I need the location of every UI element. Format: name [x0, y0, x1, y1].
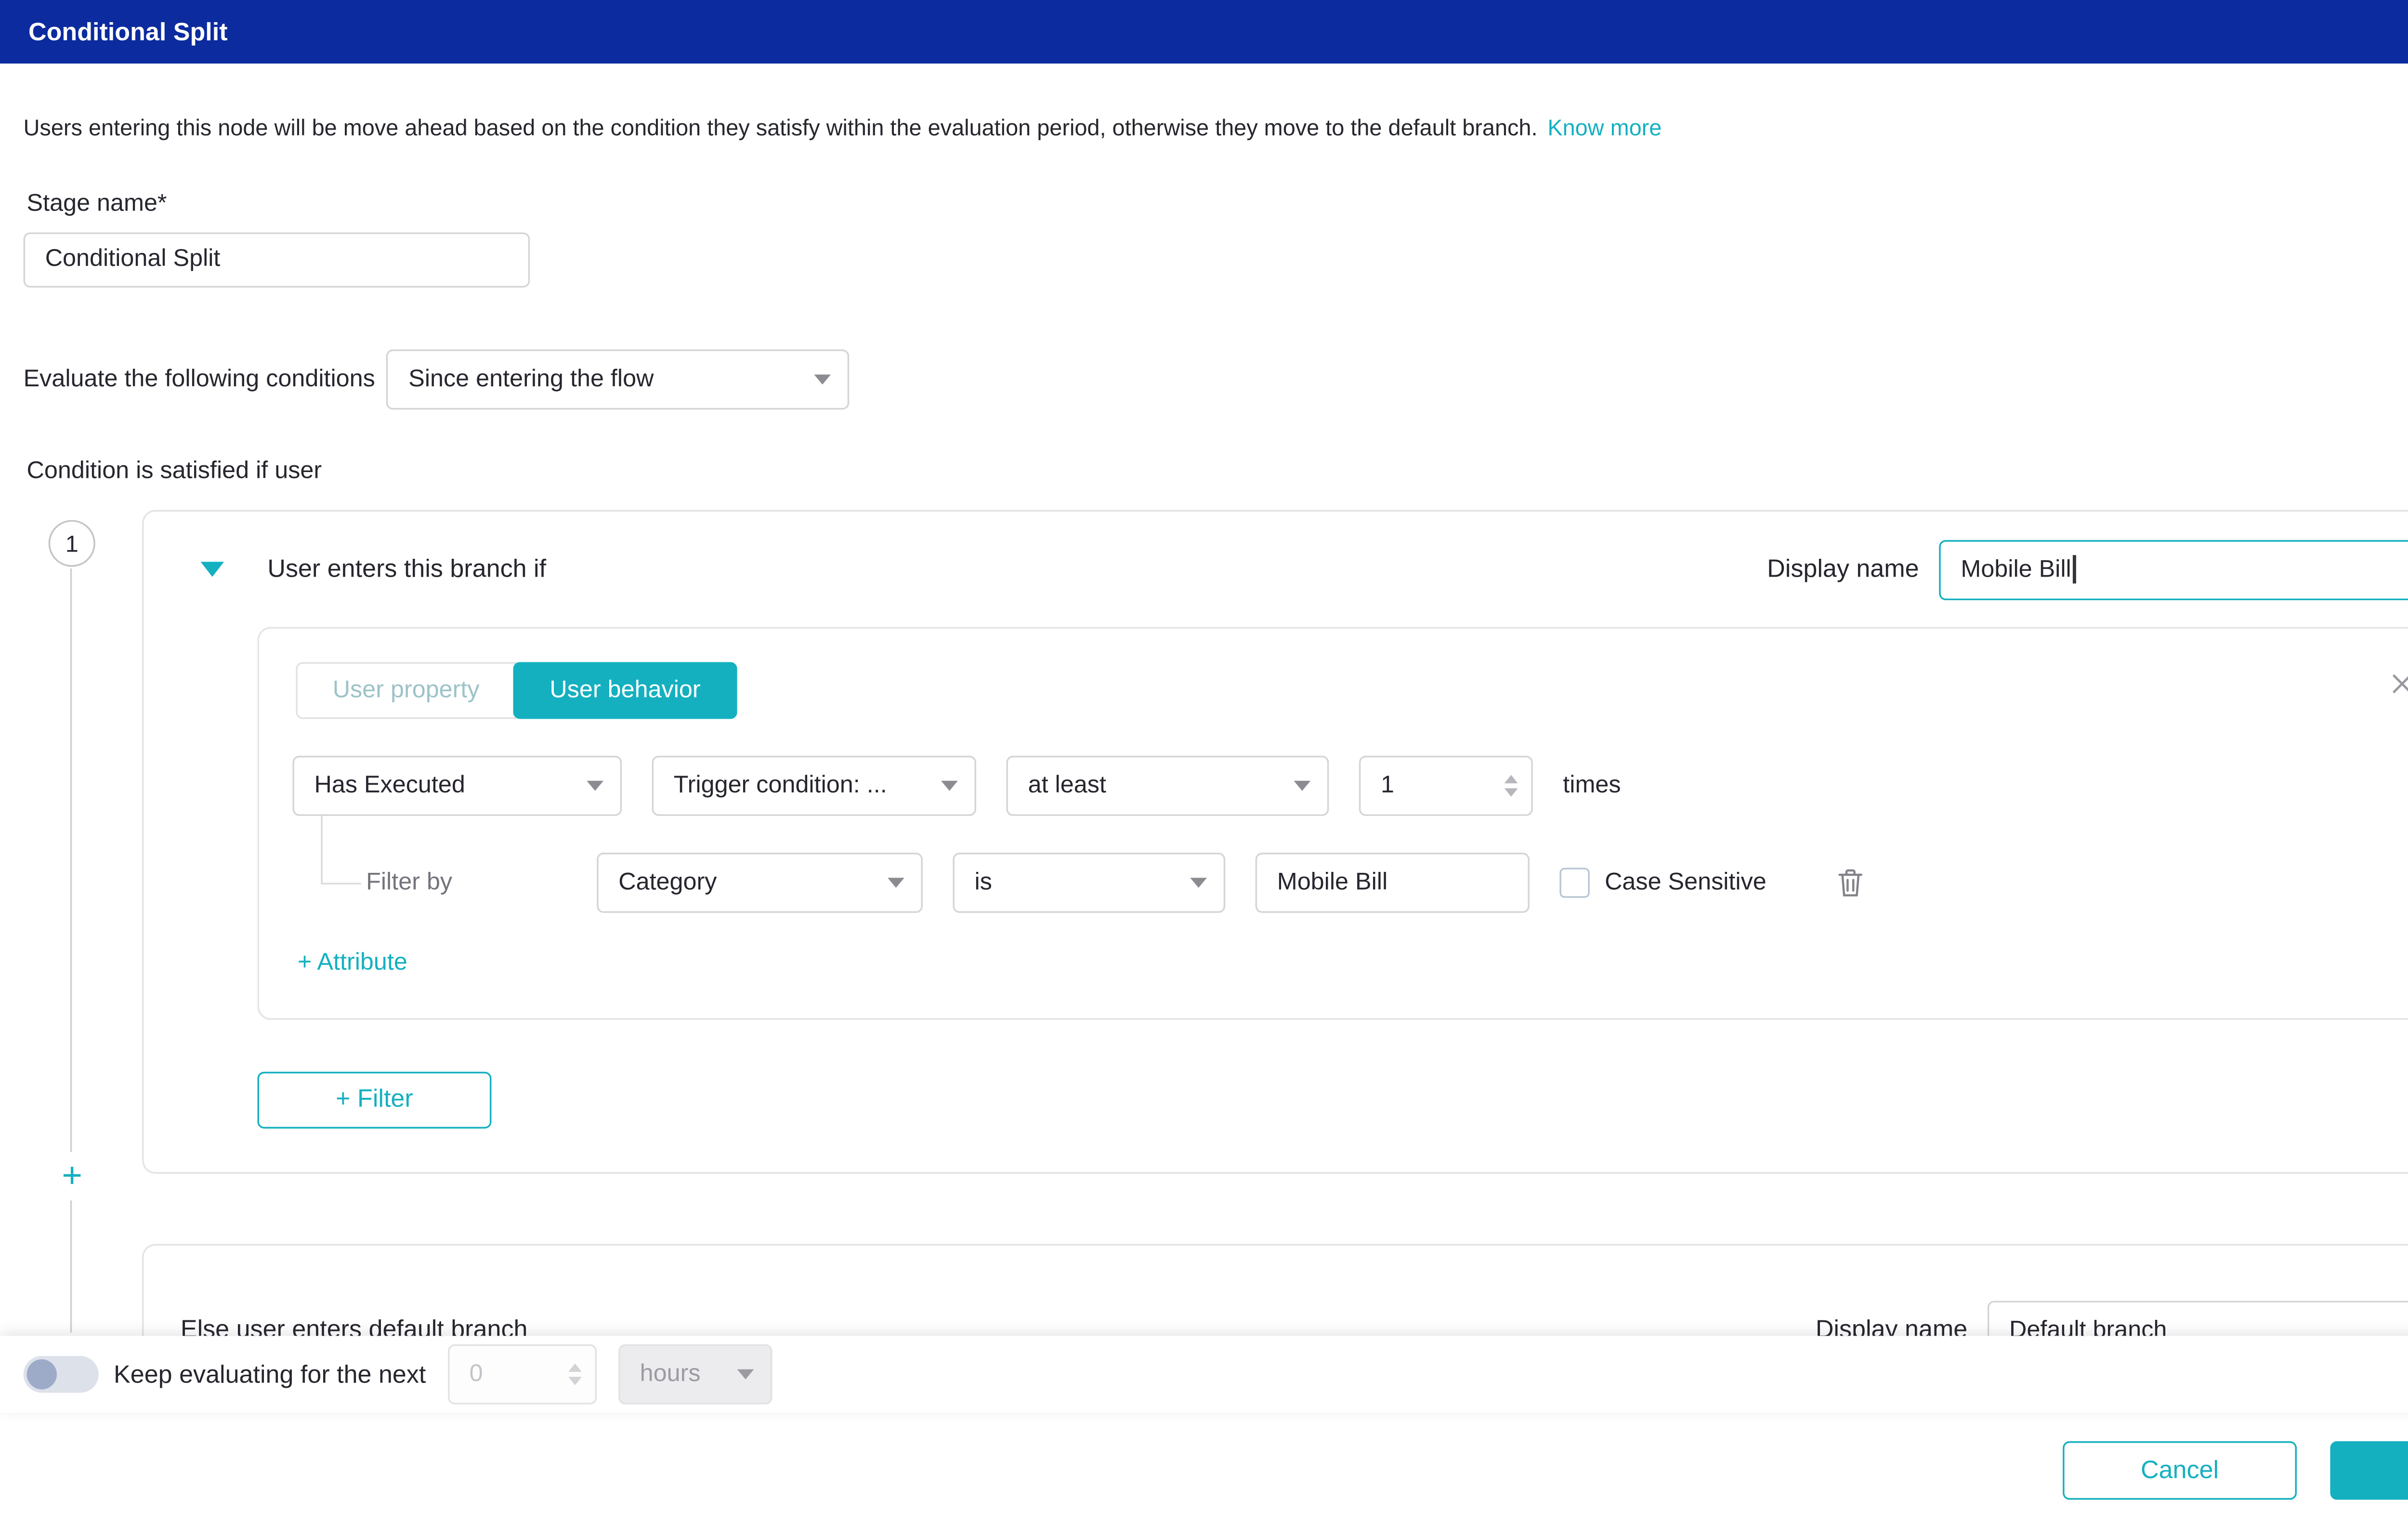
keep-evaluating-label: Keep evaluating for the next — [114, 1360, 426, 1389]
evaluate-conditions-label: Evaluate the following conditions — [23, 366, 375, 393]
stepper-down-icon — [568, 1377, 582, 1386]
text-cursor — [2073, 555, 2076, 584]
keep-evaluating-toggle[interactable] — [23, 1356, 99, 1394]
evaluation-period-value: Since entering the flow — [408, 366, 654, 393]
count-input[interactable]: 1 — [1359, 755, 1533, 816]
dialog-footer: Cancel Done — [0, 1413, 2408, 1527]
add-branch-button[interactable]: + — [60, 1152, 84, 1200]
branch-connector-line — [70, 568, 72, 1332]
description-text: Users entering this node will be move ah… — [23, 115, 1538, 141]
chevron-down-icon — [736, 1370, 754, 1380]
count-value: 1 — [1380, 772, 1395, 799]
branch-header: User enters this branch if Display name … — [184, 540, 2408, 600]
behavior-rule-row: Has Executed Trigger condition: ... at l… — [292, 755, 2408, 816]
toggle-knob — [26, 1360, 57, 1390]
chevron-down-icon — [888, 877, 904, 888]
stepper-down-icon[interactable] — [1504, 788, 1518, 797]
duration-input: 0 — [447, 1344, 597, 1405]
branch-cards: User enters this branch if Display name … — [142, 510, 2408, 1411]
add-filter-button[interactable]: + Filter — [257, 1071, 492, 1129]
display-name-value: Mobile Bill — [1961, 556, 2071, 583]
comparator-select[interactable]: at least — [1006, 755, 1329, 816]
dialog-body: Users entering this node will be move ah… — [0, 114, 2408, 1411]
filter-connector-line — [321, 816, 361, 884]
filter-operator-select[interactable]: is — [953, 852, 1226, 913]
evaluation-period-select[interactable]: Since entering the flow — [387, 349, 850, 409]
branches-area: 1 + User enters this branch if Display n… — [0, 510, 2408, 1411]
number-stepper — [568, 1364, 582, 1386]
stage-name-label: Stage name* — [26, 190, 167, 217]
remove-condition-icon[interactable] — [2390, 672, 2408, 696]
case-sensitive-checkbox[interactable] — [1559, 868, 1590, 898]
filter-by-label: Filter by — [366, 869, 453, 896]
comparator-select-value: at least — [1028, 772, 1106, 799]
number-stepper[interactable] — [1504, 775, 1518, 797]
tab-user-property[interactable]: User property — [296, 662, 516, 719]
chevron-down-icon — [587, 780, 603, 791]
filter-value-input[interactable] — [1255, 852, 1530, 913]
chevron-down-icon — [1294, 780, 1311, 791]
action-select[interactable]: Has Executed — [292, 755, 622, 816]
know-more-link[interactable]: Know more — [1547, 115, 1662, 140]
action-select-value: Has Executed — [314, 772, 465, 799]
conditional-split-dialog: Conditional Split Users entering this no… — [0, 0, 2408, 1527]
display-name-label: Display name — [1767, 555, 1919, 584]
duration-value: 0 — [469, 1361, 483, 1389]
filter-operator-value: is — [974, 869, 992, 896]
branch-card: User enters this branch if Display name … — [142, 510, 2408, 1174]
delete-filter-icon[interactable] — [1837, 868, 1864, 897]
evaluation-bar: Keep evaluating for the next 0 hours — [0, 1336, 2408, 1414]
tab-user-behavior[interactable]: User behavior — [513, 662, 738, 719]
branch-number-badge: 1 — [48, 520, 95, 567]
condition-card-header: User property User behavior — [292, 662, 2408, 719]
cancel-button[interactable]: Cancel — [2063, 1441, 2297, 1500]
condition-heading: Condition is satisfied if user — [26, 458, 322, 485]
filter-attribute-value: Category — [618, 869, 717, 896]
condition-type-tabs: User property User behavior — [296, 662, 738, 719]
branch-rail: 1 + — [0, 510, 142, 1411]
filter-row: Filter by Category is Mobile Bill Case S… — [292, 852, 2408, 913]
branch-title: User enters this branch if — [267, 555, 547, 584]
condition-card: User property User behavior Has Executed — [257, 627, 2408, 1020]
case-sensitive-option[interactable]: Case Sensitive — [1559, 868, 1767, 898]
dialog-header: Conditional Split — [0, 0, 2408, 64]
event-select-value: Trigger condition: ... — [673, 772, 887, 799]
event-select[interactable]: Trigger condition: ... — [652, 755, 977, 816]
done-button[interactable]: Done — [2330, 1441, 2408, 1500]
evaluation-period-row: Evaluate the following conditions Since … — [24, 349, 2408, 409]
duration-unit-select: hours — [618, 1344, 772, 1405]
times-label: times — [1563, 772, 1621, 799]
add-attribute-link[interactable]: + Attribute — [298, 949, 407, 976]
display-name-input[interactable]: Mobile Bill — [1939, 540, 2408, 600]
stage-name-input[interactable] — [23, 232, 530, 288]
collapse-caret-icon[interactable] — [200, 562, 224, 578]
description: Users entering this node will be move ah… — [24, 114, 2408, 145]
chevron-down-icon — [1190, 877, 1207, 888]
chevron-down-icon — [814, 374, 832, 384]
dialog-title: Conditional Split — [28, 17, 228, 46]
duration-unit-value: hours — [640, 1361, 701, 1389]
chevron-down-icon — [941, 780, 958, 791]
stepper-up-icon — [568, 1364, 582, 1373]
case-sensitive-label: Case Sensitive — [1605, 869, 1767, 896]
filter-attribute-select[interactable]: Category — [597, 852, 923, 913]
stepper-up-icon[interactable] — [1504, 775, 1518, 783]
